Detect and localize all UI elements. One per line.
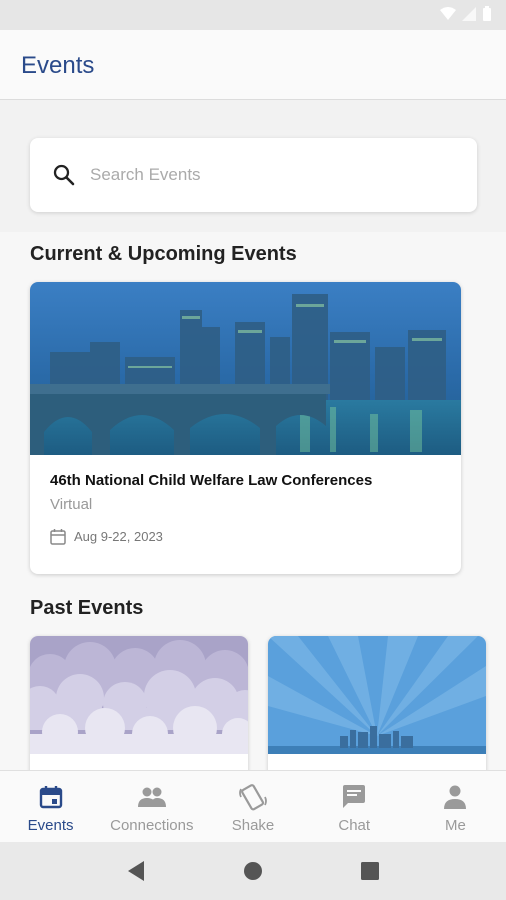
status-bar [0, 0, 506, 30]
app-bar: Events [0, 30, 506, 100]
past-event-card[interactable] [30, 636, 248, 776]
system-navigation-bar [0, 842, 506, 900]
nav-label-chat: Chat [338, 817, 371, 834]
search-area [0, 100, 506, 232]
event-name: 46th National Child Welfare Law Conferen… [50, 472, 373, 489]
chat-bubble-icon [343, 785, 366, 808]
calendar-icon [39, 786, 62, 809]
nav-item-shake[interactable]: Shake [202, 771, 303, 842]
wifi-icon [440, 7, 456, 20]
home-icon[interactable] [243, 861, 263, 881]
event-date-row: Aug 9-22, 2023 [50, 528, 163, 545]
nav-item-connections[interactable]: Connections [101, 771, 202, 842]
search-icon [53, 164, 75, 186]
section-title-past: Past Events [30, 597, 144, 619]
event-card[interactable]: 46th National Child Welfare Law Conferen… [30, 282, 461, 574]
past-event-image-skyline [268, 636, 486, 754]
page-title: Events [21, 52, 95, 79]
calendar-icon [50, 529, 66, 545]
search-box[interactable] [30, 138, 477, 212]
nav-label-shake: Shake [231, 817, 275, 834]
search-input[interactable] [90, 156, 460, 194]
nav-item-chat[interactable]: Chat [304, 771, 405, 842]
person-icon [444, 785, 467, 809]
nav-item-me[interactable]: Me [405, 771, 506, 842]
nav-label-connections: Connections [110, 817, 194, 834]
shake-phone-icon [239, 784, 267, 811]
nav-label-me: Me [444, 817, 466, 834]
recents-icon[interactable] [360, 861, 380, 881]
event-location: Virtual [50, 496, 93, 513]
past-event-image-clouds [30, 636, 248, 754]
event-date: Aug 9-22, 2023 [74, 529, 163, 544]
nav-item-events[interactable]: Events [0, 771, 101, 842]
people-icon [137, 787, 166, 807]
event-image-city-bridge [30, 282, 461, 455]
nav-label-events: Events [27, 817, 74, 834]
section-title-current: Current & Upcoming Events [30, 243, 297, 265]
signal-icon [462, 7, 476, 21]
past-event-card[interactable] [268, 636, 486, 776]
bottom-navigation: Events Connections Shake Chat Me [0, 770, 506, 842]
back-icon[interactable] [126, 860, 146, 882]
battery-icon [483, 6, 491, 21]
